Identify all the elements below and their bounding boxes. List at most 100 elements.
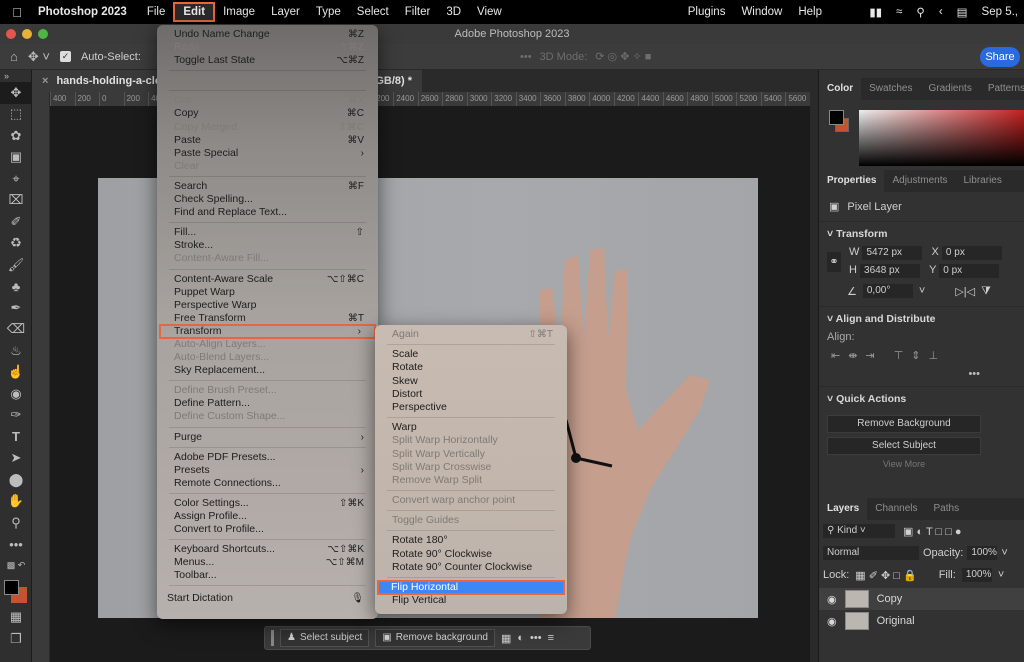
align-section-title[interactable]: ˅ Align and Distribute (819, 306, 1024, 331)
menu-item-content-aware-scale[interactable]: Content-Aware Scale ⌥⇧⌘C (157, 273, 378, 286)
home-icon[interactable]: ⌂ (10, 49, 18, 64)
menu-item-check-spelling[interactable]: Check Spelling... (157, 193, 378, 206)
apple-icon[interactable]:  (0, 5, 34, 20)
search-icon[interactable]: ⚲ (916, 5, 924, 19)
menu-item-scale[interactable]: Scale (375, 348, 567, 361)
path-select-tool-icon[interactable]: ➤ (0, 448, 32, 470)
crop-tool-icon[interactable]: ⌖ (0, 168, 32, 190)
hand-tool-icon[interactable]: ✋ (0, 491, 32, 513)
tab-gradients[interactable]: Gradients (920, 78, 979, 100)
width-field[interactable]: 5472 px (862, 246, 923, 260)
swap-colors-icon[interactable]: ▩ ↶ (0, 555, 32, 577)
filter-icons[interactable]: ▣ ◐ T □ □ ● (903, 525, 962, 538)
align-buttons[interactable]: ⇤⇼⇥ ⊤⇕⊥ (819, 343, 1024, 368)
frame-tool-icon[interactable]: ⌧ (0, 190, 32, 212)
layer-row[interactable]: ◉ Original (819, 610, 1024, 632)
drag-handle[interactable] (271, 630, 274, 646)
layer-name[interactable]: Copy (877, 593, 903, 605)
opacity-dropdown-icon[interactable]: ˅ (1001, 547, 1007, 559)
menu-item-paste[interactable]: Paste ⌘V (157, 134, 378, 147)
menu-layer[interactable]: Layer (263, 2, 308, 22)
move-tool-icon[interactable]: ✥ ˅ (28, 49, 50, 65)
blend-mode-dropdown[interactable]: Normal (823, 546, 919, 560)
menu-item-search[interactable]: Search ⌘F (157, 180, 378, 193)
menu-item-rotate-90-clockwise[interactable]: Rotate 90° Clockwise (375, 548, 567, 561)
ellipse-tool-icon[interactable]: ⬤ (0, 469, 32, 491)
menu-item-flip-vertical[interactable]: Flip Vertical (375, 594, 567, 607)
menu-item-copy[interactable]: Copy ⌘C (157, 107, 378, 120)
close-window-button[interactable] (6, 29, 16, 39)
dodge-tool-icon[interactable]: ◉ (0, 383, 32, 405)
lock-icons[interactable]: ▦ ✐ ✥ □ 🔒 (855, 569, 916, 582)
menu-item-stroke[interactable]: Stroke... (157, 239, 378, 252)
zoom-window-button[interactable] (38, 29, 48, 39)
select-subject-button[interactable]: Select Subject (827, 437, 981, 455)
layer-row[interactable]: ◉ Copy (819, 588, 1024, 610)
more-icon[interactable]: ••• (520, 44, 532, 70)
close-tab-icon[interactable]: × (42, 70, 48, 92)
pen-tool-icon[interactable]: ✑ (0, 405, 32, 427)
screen-mode-icon[interactable]: ❐ (0, 628, 32, 650)
menu-item-skew[interactable]: Skew (375, 375, 567, 388)
battery-icon[interactable]: ▮▮ (869, 5, 882, 19)
app-menu[interactable]: Photoshop 2023 (34, 2, 139, 22)
minimize-window-button[interactable] (22, 29, 32, 39)
link-icon[interactable]: ⚭ (827, 252, 841, 272)
share-button[interactable]: Share (980, 47, 1020, 67)
menu-image[interactable]: Image (215, 2, 263, 22)
expand-icon[interactable]: » (0, 70, 32, 82)
menu-item-fill[interactable]: Fill... ⇧ (157, 226, 378, 239)
y-field[interactable]: 0 px (939, 264, 1000, 278)
menu-item-rotate-180[interactable]: Rotate 180° (375, 534, 567, 547)
menu-item-assign-profile[interactable]: Assign Profile... (157, 510, 378, 523)
more-align-icon[interactable]: ••• (819, 368, 1024, 380)
menu-item-transform[interactable]: Transform › (159, 323, 376, 339)
object-select-tool-icon[interactable]: ▣ (0, 147, 32, 169)
menu-plugins[interactable]: Plugins (680, 2, 734, 22)
marquee-tool-icon[interactable]: ⬚ (0, 104, 32, 126)
menu-item-color-settings[interactable]: Color Settings... ⇧⌘K (157, 497, 378, 510)
menu-item-remote-connections[interactable]: Remote Connections... (157, 477, 378, 490)
tab-layers[interactable]: Layers (819, 498, 868, 520)
chevron-left-icon[interactable]: ‹ (939, 6, 943, 18)
adjustment-icon[interactable]: ◐ (517, 632, 524, 644)
menu-item-define-pattern[interactable]: Define Pattern... (157, 397, 378, 410)
fill-dropdown-icon[interactable]: ˅ (998, 569, 1004, 581)
menu-item-puppet-warp[interactable]: Puppet Warp (157, 286, 378, 299)
tab-color[interactable]: Color (819, 78, 862, 100)
menu-item-warp[interactable]: Warp (375, 421, 567, 434)
flip-horizontal-icon[interactable]: ▷|◁ (955, 285, 975, 298)
paint-bucket-tool-icon[interactable]: ♨ (0, 340, 32, 362)
auto-select-checkbox[interactable]: ✓ (59, 51, 71, 62)
tab-channels[interactable]: Channels (867, 498, 925, 520)
menu-item-convert-to-profile[interactable]: Convert to Profile... (157, 523, 378, 536)
menu-item-perspective[interactable]: Perspective (375, 401, 567, 414)
menu-item-flip-horizontal[interactable]: Flip Horizontal (377, 579, 565, 596)
opacity-field[interactable]: 100% (967, 546, 998, 560)
visibility-eye-icon[interactable]: ◉ (827, 615, 837, 628)
clone-stamp-tool-icon[interactable]: ♣ (0, 276, 32, 298)
lasso-tool-icon[interactable]: ✿ (0, 125, 32, 147)
remove-background-button[interactable]: Remove Background (827, 415, 981, 433)
menu-select[interactable]: Select (349, 2, 397, 22)
kind-filter-dropdown[interactable]: ⚲ Kind ˅ (823, 524, 895, 538)
move-tool-icon[interactable]: ✥ (0, 82, 32, 104)
eyedropper-tool-icon[interactable]: ✐ (0, 211, 32, 233)
menu-item-rotate-90-counter-clockwise[interactable]: Rotate 90° Counter Clockwise (375, 561, 567, 574)
menu-item-adobe-pdf-presets[interactable]: Adobe PDF Presets... (157, 451, 378, 464)
menu-item-toggle-last-state[interactable]: Toggle Last State ⌥⌘Z (157, 54, 378, 67)
menu-edit[interactable]: Edit (173, 2, 216, 22)
menu-item-presets[interactable]: Presets › (157, 464, 378, 477)
settings-sliders-icon[interactable]: ≡ (548, 632, 554, 644)
menu-item-purge[interactable]: Purge › (157, 431, 378, 444)
tab-properties[interactable]: Properties (819, 170, 885, 192)
tab-libraries[interactable]: Libraries (956, 170, 1010, 192)
menu-window[interactable]: Window (733, 2, 790, 22)
menu-3d[interactable]: 3D (438, 2, 469, 22)
more-tools-icon[interactable]: ••• (0, 534, 32, 556)
menu-item-perspective-warp[interactable]: Perspective Warp (157, 299, 378, 312)
brush-tool-icon[interactable]: 🖌 (0, 254, 32, 276)
foreground-color-swatch[interactable] (4, 579, 19, 595)
fg-color-chip[interactable] (829, 110, 844, 125)
menu-item-menus[interactable]: Menus... ⌥⇧⌘M (157, 556, 378, 569)
